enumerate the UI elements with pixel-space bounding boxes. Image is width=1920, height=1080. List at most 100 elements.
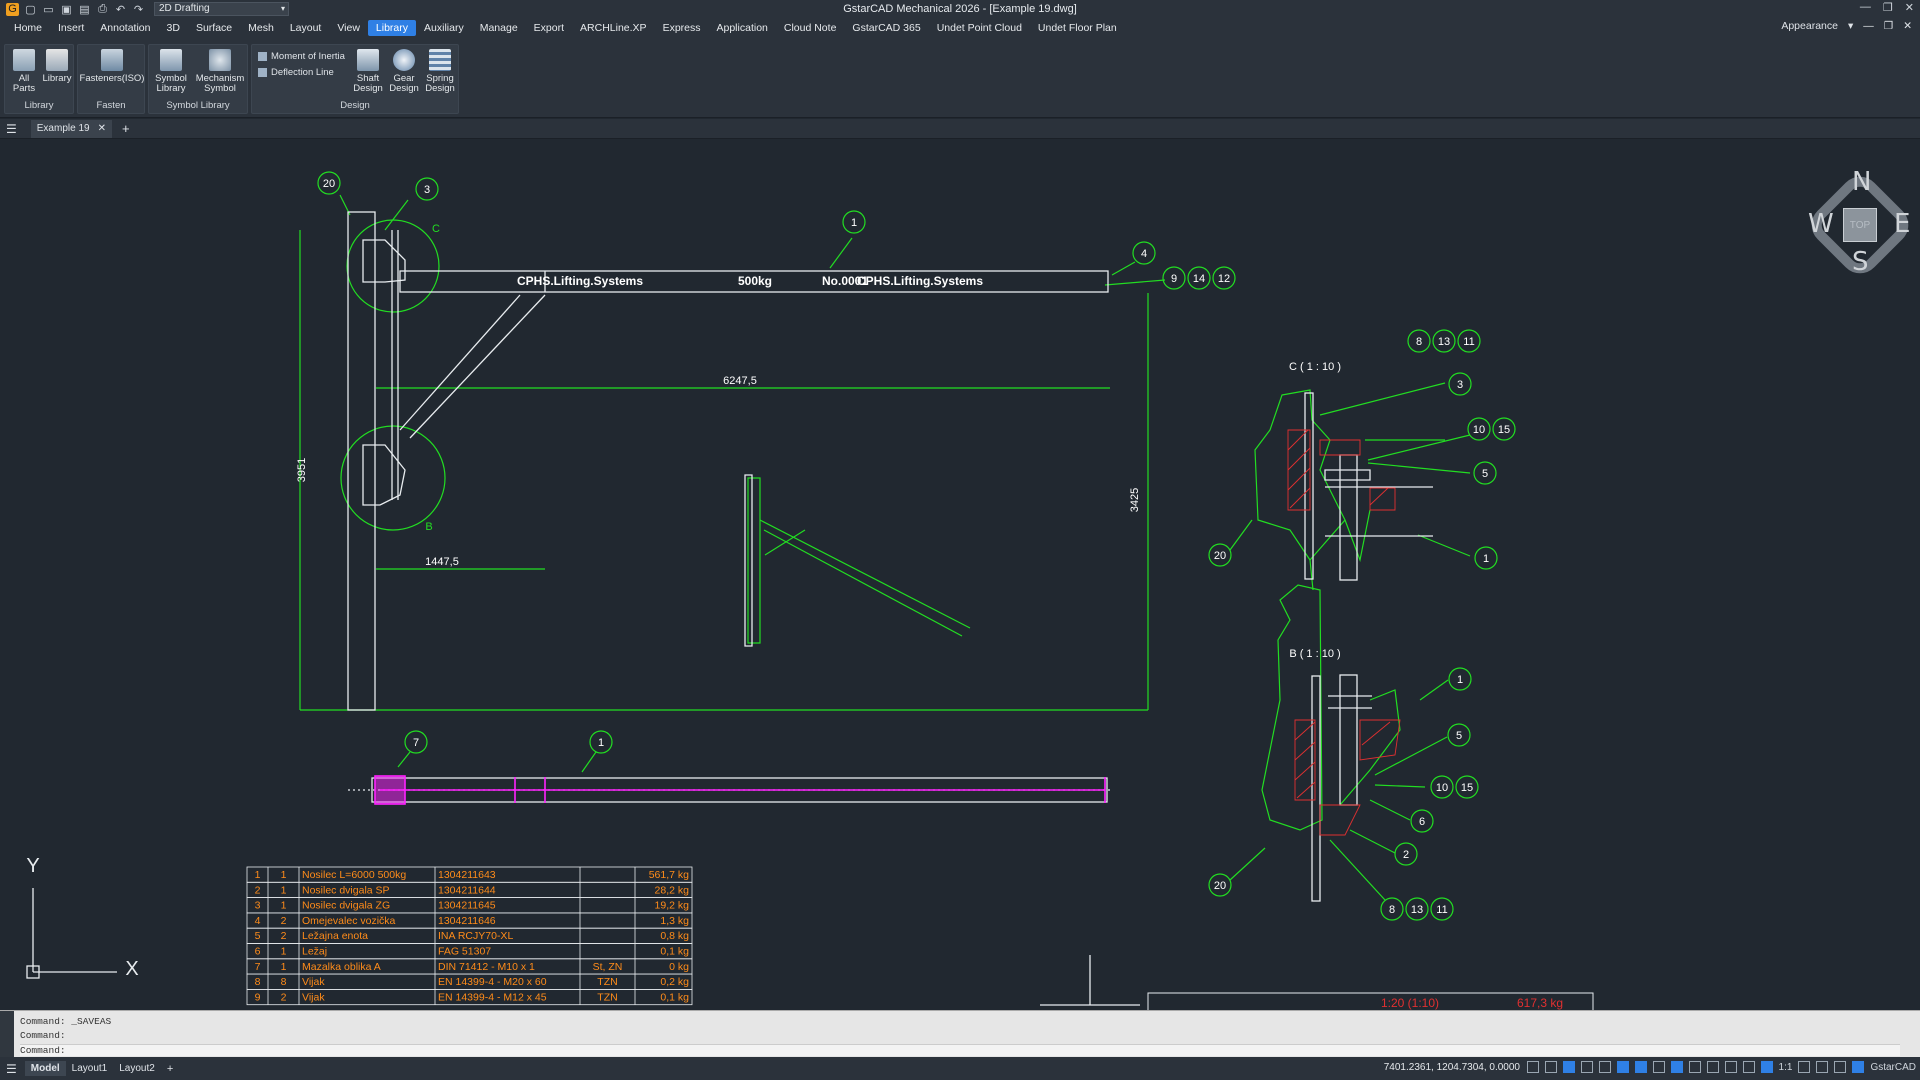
menu-item-auxiliary[interactable]: Auxiliary — [416, 20, 472, 36]
add-layout-icon[interactable]: + — [167, 1063, 173, 1075]
view-cube[interactable]: TOP N S E W — [1803, 167, 1917, 282]
settings-icon[interactable] — [1834, 1061, 1847, 1073]
tab-model[interactable]: Model — [24, 1061, 66, 1076]
new-tab-icon[interactable]: + — [122, 121, 130, 136]
grid-icon[interactable] — [1526, 1061, 1539, 1073]
detail-c-outline — [1254, 389, 1346, 561]
menu-item-3d[interactable]: 3D — [159, 20, 188, 36]
bom-cell: 1304211644 — [438, 884, 496, 896]
bom-cell: 0 kg — [669, 961, 689, 973]
workspace-icon[interactable] — [1742, 1061, 1755, 1073]
menu-item-library[interactable]: Library — [367, 20, 417, 36]
transparency-icon[interactable] — [1688, 1061, 1701, 1073]
balloon-number: 8 — [1389, 904, 1395, 916]
bom-cell: 7 — [255, 961, 261, 973]
hatch-b — [1319, 804, 1361, 836]
leader-line — [581, 751, 597, 773]
bom-cell: 8 — [281, 976, 287, 988]
workspace-select[interactable]: 2D Drafting ▾ — [154, 2, 289, 16]
dynamic-input-icon[interactable] — [1670, 1061, 1683, 1073]
isodraft-icon[interactable] — [1598, 1061, 1611, 1073]
close-doc-icon[interactable]: ✕ — [1903, 20, 1912, 32]
menu-icon[interactable]: ☰ — [6, 122, 17, 136]
appearance-menu[interactable]: Appearance — [1781, 20, 1838, 32]
menu-item-view[interactable]: View — [329, 20, 368, 36]
drawing-svg[interactable]: CPHS.Lifting.Systems 500kg No.0001CPHS.Lif… — [0, 140, 1920, 1010]
symbol-library-icon — [160, 49, 182, 71]
ribbon-panel-symbol-library: Symbol Library Mechanism Symbol Symbol L… — [148, 44, 248, 114]
green-geometry — [299, 194, 1471, 901]
mechanism-symbol-button[interactable]: Mechanism Symbol — [193, 49, 247, 94]
snap-icon[interactable] — [1544, 1061, 1557, 1073]
menu-item-annotation[interactable]: Annotation — [92, 20, 158, 36]
menu-item-mesh[interactable]: Mesh — [240, 20, 282, 36]
maximize-icon[interactable]: ❐ — [1883, 1, 1893, 14]
menu-item-express[interactable]: Express — [655, 20, 709, 36]
annotation-scale[interactable]: 1:1 — [1779, 1062, 1793, 1073]
menu-item-insert[interactable]: Insert — [50, 20, 92, 36]
print-icon[interactable]: ⎙ — [96, 3, 109, 16]
polar-icon[interactable] — [1580, 1061, 1593, 1073]
menu-item-home[interactable]: Home — [6, 20, 50, 36]
menu-item-export[interactable]: Export — [526, 20, 572, 36]
osnap-icon[interactable] — [1616, 1061, 1629, 1073]
clean-screen-icon[interactable] — [1852, 1061, 1865, 1073]
save-icon[interactable]: ▣ — [60, 3, 73, 16]
gear-design-button[interactable]: Gear Design — [387, 49, 421, 94]
app-logo-icon[interactable]: G — [6, 2, 19, 16]
isolate-icon[interactable] — [1798, 1061, 1811, 1073]
fasteners-button[interactable]: Fasteners(ISO) — [78, 49, 146, 84]
shaft-design-button[interactable]: Shaft Design — [351, 49, 385, 94]
command-window: Command: _SAVEAS Command: Command: — [0, 1010, 1920, 1058]
view-cube-face[interactable]: TOP — [1843, 208, 1877, 242]
units-icon[interactable] — [1760, 1061, 1773, 1073]
redo-icon[interactable]: ↷ — [132, 3, 145, 16]
close-icon[interactable]: ✕ — [1905, 1, 1914, 14]
balloon: 7 — [404, 730, 428, 754]
menu-item-gstarcad-365[interactable]: GstarCAD 365 — [844, 20, 928, 36]
close-tab-icon[interactable]: ✕ — [98, 123, 106, 134]
detail-b-wall — [1311, 675, 1321, 902]
menu-item-application[interactable]: Application — [709, 20, 776, 36]
undo-icon[interactable]: ↶ — [114, 3, 127, 16]
tab-layout2[interactable]: Layout2 — [113, 1061, 161, 1076]
save-as-icon[interactable]: ▤ — [78, 3, 91, 16]
hardware-accel-icon[interactable] — [1816, 1061, 1829, 1073]
leader-line — [1419, 679, 1449, 701]
minimize-doc-icon[interactable]: — — [1863, 20, 1874, 32]
symbol-library-button[interactable]: Symbol Library — [151, 49, 191, 94]
all-parts-button[interactable]: All Parts — [7, 49, 41, 94]
coordinates-readout: 7401.2361, 1204.7304, 0.0000 — [1383, 1062, 1520, 1073]
new-file-icon[interactable]: ▢ — [24, 3, 37, 16]
moment-of-inertia-button[interactable]: Moment of Inertia — [258, 51, 345, 62]
balloon-number: 4 — [1141, 248, 1147, 260]
balloon-number: 20 — [323, 178, 335, 190]
menu-item-layout[interactable]: Layout — [282, 20, 330, 36]
menu-item-manage[interactable]: Manage — [472, 20, 526, 36]
balloon-number: 3 — [424, 184, 430, 196]
annotation-icon[interactable] — [1724, 1061, 1737, 1073]
menu-item-undet-point-cloud[interactable]: Undet Point Cloud — [929, 20, 1030, 36]
drawing-canvas[interactable]: CPHS.Lifting.Systems 500kg No.0001 CPHS.Lif… — [0, 140, 1920, 1010]
otrack-icon[interactable] — [1634, 1061, 1647, 1073]
menu-item-cloud-note[interactable]: Cloud Note — [776, 20, 845, 36]
open-file-icon[interactable]: ▭ — [42, 3, 55, 16]
lineweight-icon[interactable] — [1652, 1061, 1665, 1073]
deflection-line-button[interactable]: Deflection Line — [258, 67, 334, 78]
restore-doc-icon[interactable]: ❐ — [1884, 20, 1893, 32]
command-input[interactable]: Command: — [20, 1044, 1900, 1056]
minimize-icon[interactable]: — — [1860, 1, 1871, 14]
menu-item-archline-xp[interactable]: ARCHLine.XP — [572, 20, 655, 36]
selection-cycling-icon[interactable] — [1706, 1061, 1719, 1073]
leader-line — [1417, 534, 1471, 557]
menu-icon[interactable]: ☰ — [6, 1062, 17, 1076]
ortho-icon[interactable] — [1562, 1061, 1575, 1073]
menu-item-undet-floor-plan[interactable]: Undet Floor Plan — [1030, 20, 1125, 36]
leader-line — [1369, 799, 1411, 821]
menu-item-surface[interactable]: Surface — [188, 20, 240, 36]
spring-design-button[interactable]: Spring Design — [423, 49, 457, 94]
doc-tab-example-19[interactable]: Example 19 ✕ — [30, 119, 112, 138]
detail-b-outline — [1261, 584, 1323, 831]
tab-layout1[interactable]: Layout1 — [66, 1061, 114, 1076]
library-button[interactable]: Library — [41, 49, 73, 84]
